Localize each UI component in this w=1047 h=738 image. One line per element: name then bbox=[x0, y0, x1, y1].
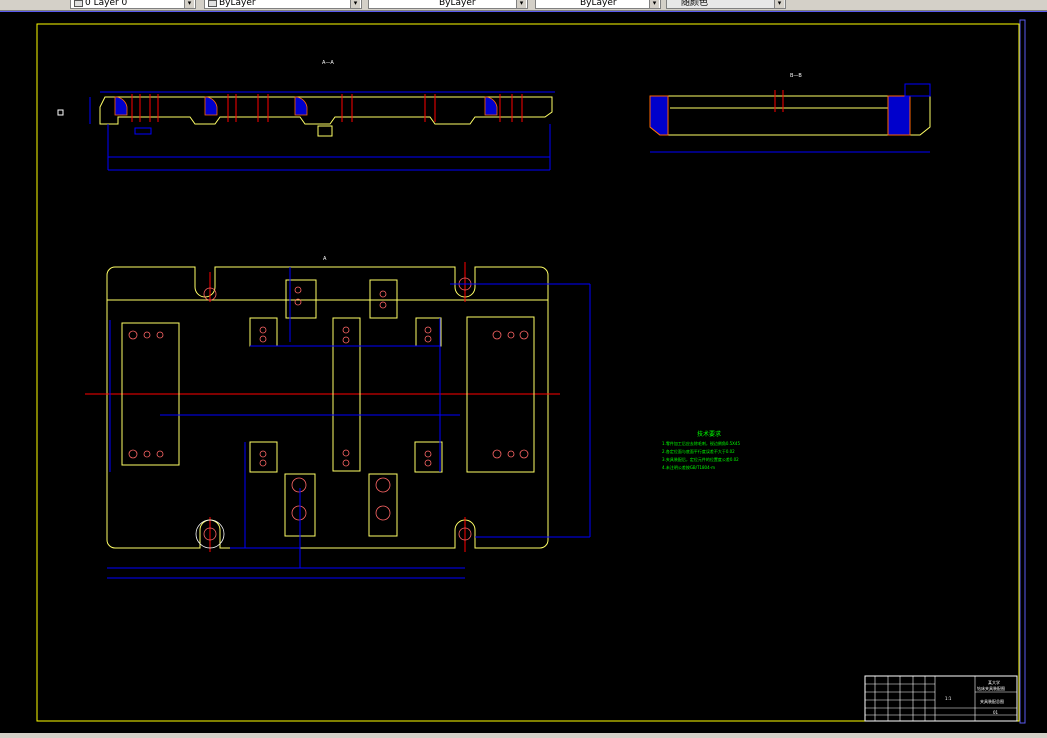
properties-toolbar: 0 Layer 0 ▾ ByLayer ▾ ByLayer ▾ ByLayer … bbox=[0, 0, 1047, 11]
linetype-combo-value: ByLayer bbox=[439, 0, 476, 8]
drawing-canvas[interactable]: A—A B—B A 技术要求 1.零件加工后应去除毛刺，锐边倒角0.5X45 2… bbox=[0, 11, 1047, 734]
chevron-down-icon[interactable]: ▾ bbox=[649, 0, 659, 8]
color-combo[interactable]: ByLayer ▾ bbox=[204, 0, 362, 9]
color-combo-value: ByLayer bbox=[219, 0, 256, 8]
viewport-edge bbox=[1019, 19, 1026, 724]
side-section-view: B—B bbox=[649, 73, 931, 153]
layer-icon bbox=[74, 0, 83, 7]
layer-combo-value: 0 Layer 0 bbox=[85, 0, 128, 8]
ucs-marker bbox=[57, 109, 64, 116]
title-school: 某大学 bbox=[988, 679, 1000, 685]
chevron-down-icon[interactable]: ▾ bbox=[184, 0, 194, 8]
plotstyle-combo[interactable]: 随颜色 ▾ bbox=[666, 0, 786, 9]
status-bar bbox=[0, 733, 1047, 738]
chevron-down-icon[interactable]: ▾ bbox=[516, 0, 526, 8]
tech-note-3: 3.夹具装配后，定位元件的位置度公差0.02 bbox=[662, 456, 739, 462]
title-sub-name: 夹具装配总图 bbox=[980, 698, 1004, 704]
title-drawing-name: 钻床夹具装配图 bbox=[977, 685, 1005, 691]
drawing-frame bbox=[36, 23, 1020, 722]
lineweight-combo-value: ByLayer bbox=[580, 0, 617, 8]
tech-note-2: 2.各定位面与底面平行度误差不大于0.02 bbox=[662, 448, 735, 454]
tech-notes-title: 技术要求 bbox=[697, 430, 721, 438]
title-scale: 1:1 bbox=[945, 696, 952, 701]
plan-view: A bbox=[85, 256, 591, 579]
plan-view-label: A bbox=[323, 256, 327, 262]
color-swatch-icon bbox=[208, 0, 217, 7]
tech-note-4: 4.未注明公差按GB/T1804-m bbox=[662, 464, 715, 470]
lineweight-combo[interactable]: ByLayer ▾ bbox=[535, 0, 661, 9]
tech-note-1: 1.零件加工后应去除毛刺，锐边倒角0.5X45 bbox=[662, 440, 740, 446]
front-section-view: A—A bbox=[89, 60, 555, 171]
cad-drawing: A—A B—B A 技术要求 1.零件加工后应去除毛刺，锐边倒角0.5X45 2… bbox=[36, 19, 1026, 724]
side-view-label: B—B bbox=[790, 73, 802, 79]
chevron-down-icon[interactable]: ▾ bbox=[350, 0, 360, 8]
chevron-down-icon[interactable]: ▾ bbox=[774, 0, 784, 8]
plotstyle-combo-value: 随颜色 bbox=[681, 0, 709, 8]
title-block: 某大学 钻床夹具装配图 夹具装配总图 1:1 01 bbox=[864, 675, 1018, 722]
technical-notes: 技术要求 1.零件加工后应去除毛刺，锐边倒角0.5X45 2.各定位面与底面平行… bbox=[662, 430, 740, 470]
front-view-label: A—A bbox=[322, 60, 334, 66]
title-sheet: 01 bbox=[993, 710, 999, 715]
layer-combo[interactable]: 0 Layer 0 ▾ bbox=[70, 0, 196, 9]
linetype-combo[interactable]: ByLayer ▾ bbox=[368, 0, 528, 9]
